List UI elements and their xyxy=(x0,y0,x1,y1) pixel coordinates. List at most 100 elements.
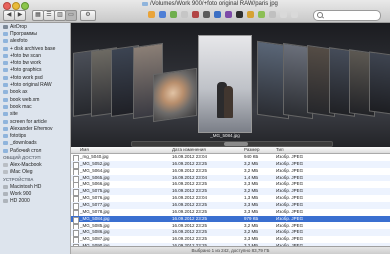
sidebar-item[interactable]: alexfoto xyxy=(0,38,70,45)
folder-icon xyxy=(3,134,8,139)
table-row[interactable]: _MG_5078.jpg 16.09.2012 23:25 3,3 МБ Изобр.… xyxy=(71,208,390,217)
app-icon[interactable] xyxy=(269,11,276,18)
sidebar-item[interactable]: book mac xyxy=(0,103,70,110)
file-size: 979 КБ xyxy=(244,215,259,221)
app-icon[interactable] xyxy=(203,11,210,18)
file-name: _MG_5066.jpg xyxy=(80,181,110,187)
file-name: _MG_5064.jpg xyxy=(80,167,110,173)
sidebar-section-header[interactable]: УСТРОЙСТВА xyxy=(0,176,70,183)
table-row[interactable]: _MG_5087.jpg 16.09.2012 23:25 3,3 МБ Изобр.… xyxy=(71,236,390,245)
app-icon[interactable] xyxy=(258,11,265,18)
app-icon[interactable] xyxy=(225,11,232,18)
file-size: 3,3 МБ xyxy=(244,236,259,242)
sidebar-item[interactable]: book web.xm xyxy=(0,96,70,103)
table-row[interactable]: _MG_5052.jpg 16.09.2012 23:25 3,2 МБ Изобр.… xyxy=(71,160,390,169)
sidebar-item[interactable]: HD 2000 xyxy=(0,198,70,205)
file-size: 3,3 МБ xyxy=(244,201,259,207)
app-icon[interactable] xyxy=(159,11,166,18)
folder-icon xyxy=(3,83,8,88)
desktop-icon xyxy=(3,148,8,153)
table-row[interactable]: _MG_5065.jpg 16.09.2012 23:04 1,4 МБ Изобр.… xyxy=(71,174,390,183)
forward-button[interactable]: ▶ xyxy=(14,10,26,21)
cover-image[interactable] xyxy=(153,67,197,123)
table-row[interactable]: _MG_5086.jpg 16.09.2012 23:25 3,2 МБ Изобр.… xyxy=(71,229,390,238)
file-size: 3,3 МБ xyxy=(244,181,259,187)
app-icon[interactable] xyxy=(192,11,199,18)
coverflow-view[interactable]: _MG_5084.jpg xyxy=(71,23,390,147)
sidebar-item[interactable]: Alexander Efremov xyxy=(0,125,70,132)
sidebar-item-label: Macintosh HD xyxy=(10,183,42,190)
app-icon[interactable] xyxy=(181,11,188,18)
app-icon[interactable] xyxy=(214,11,221,18)
sidebar-item[interactable]: + disk archives base xyxy=(0,45,70,52)
cover-image[interactable] xyxy=(369,51,390,115)
sidebar-item[interactable]: iMac Oleg xyxy=(0,169,70,176)
sidebar-item-label: _downloads xyxy=(10,140,37,147)
sidebar-item[interactable]: site xyxy=(0,111,70,118)
minimize-button[interactable] xyxy=(12,2,20,10)
table-row[interactable]: _MG_5076.jpg 16.09.2012 23:04 1,3 МБ Изобр.… xyxy=(71,195,390,204)
app-icon[interactable] xyxy=(280,11,287,18)
file-name: _MG_5086.jpg xyxy=(80,229,110,235)
column-header-date[interactable]: Дата изменения xyxy=(172,147,206,153)
file-name: _MG_5084.jpg xyxy=(80,215,110,221)
sidebar-item[interactable]: _downloads xyxy=(0,140,70,147)
file-size: 1,4 МБ xyxy=(244,174,259,180)
sidebar-item[interactable]: +foto work psd xyxy=(0,74,70,81)
action-gear-button[interactable]: ⚙ xyxy=(80,10,96,21)
sidebar-item-label: Программы xyxy=(10,30,38,37)
sidebar-section-header[interactable]: ОБЩИЙ ДОСТУП xyxy=(0,154,70,161)
table-row[interactable]: _MG_5084.jpg 16.09.2012 23:25 979 КБ Изобр.… xyxy=(71,215,390,224)
app-icon[interactable] xyxy=(236,11,243,18)
table-row[interactable]: _MG_5075.jpg 16.09.2012 23:25 3,2 МБ Изобр.… xyxy=(71,188,390,197)
folder-icon xyxy=(3,90,8,95)
file-name: _MG_5065.jpg xyxy=(80,174,110,180)
sidebar-item[interactable]: Программы xyxy=(0,30,70,37)
table-row[interactable]: _MG_5077.jpg 16.09.2012 23:25 3,3 МБ Изобр.… xyxy=(71,201,390,210)
sidebar-item[interactable]: fototips xyxy=(0,132,70,139)
file-size: 3,2 МБ xyxy=(244,160,259,166)
sidebar-item[interactable]: book ax xyxy=(0,89,70,96)
app-icon[interactable] xyxy=(291,11,298,18)
table-row[interactable]: _MG_5064.jpg 16.09.2012 23:25 3,2 МБ Изобр.… xyxy=(71,167,390,176)
hard-drive-icon xyxy=(3,199,8,204)
sidebar-item[interactable]: Work 900 xyxy=(0,190,70,197)
close-button[interactable] xyxy=(3,2,11,10)
sidebar-item[interactable]: +foto original RAW xyxy=(0,81,70,88)
hard-drive-icon xyxy=(3,191,8,196)
file-date: 16.09.2012 23:25 xyxy=(172,201,208,207)
file-date: 16.09.2012 23:04 xyxy=(172,174,208,180)
sidebar-item[interactable]: +foto bw scan xyxy=(0,52,70,59)
file-name: _MG_5078.jpg xyxy=(80,208,110,214)
sidebar-item[interactable]: screen for article xyxy=(0,118,70,125)
app-icon[interactable] xyxy=(148,11,155,18)
sidebar-item-label: Alexander Efremov xyxy=(10,125,53,132)
app-icon[interactable] xyxy=(247,11,254,18)
sidebar-item[interactable]: Рабочий стол xyxy=(0,147,70,154)
table-row[interactable]: _MG_5085.jpg 16.09.2012 23:25 3,2 МБ Изобр.… xyxy=(71,223,390,231)
sidebar: AirDrop Программы alexfoto + disk archives … xyxy=(0,23,71,254)
search-field[interactable] xyxy=(313,10,381,21)
sidebar-item[interactable]: +foto graphics xyxy=(0,67,70,74)
column-header-name[interactable]: Имя xyxy=(80,147,89,153)
sidebar-item-label: book web.xm xyxy=(10,96,40,103)
table-row[interactable]: _MG_5066.jpg 16.09.2012 23:25 3,3 МБ Изобр.… xyxy=(71,181,390,190)
zoom-button[interactable] xyxy=(21,2,29,10)
app-icon[interactable] xyxy=(170,11,177,18)
selected-cover-image[interactable] xyxy=(198,35,252,133)
sidebar-item[interactable]: Macintosh HD xyxy=(0,183,70,190)
file-name: _MG_5077.jpg xyxy=(80,201,110,207)
table-row[interactable]: _mg_5040.jpg 16.09.2012 23:04 940 КБ Изобр.… xyxy=(71,154,390,162)
coverflow-view-button[interactable]: ▭ xyxy=(65,10,77,21)
column-header-size[interactable]: Размер xyxy=(244,147,259,153)
sidebar-item[interactable]: +foto bw work xyxy=(0,59,70,66)
sidebar-item[interactable]: AirDrop xyxy=(0,23,70,30)
sidebar-item[interactable]: Alex-Macbook xyxy=(0,161,70,168)
scrollbar-thumb[interactable] xyxy=(224,142,248,146)
file-date: 16.09.2012 23:25 xyxy=(172,215,208,221)
file-name: _MG_5052.jpg xyxy=(80,160,110,166)
file-size: 3,2 МБ xyxy=(244,229,259,235)
folder-icon xyxy=(3,119,8,124)
sidebar-item-label: screen for article xyxy=(10,118,47,125)
column-header-kind[interactable]: Тип xyxy=(276,147,284,153)
